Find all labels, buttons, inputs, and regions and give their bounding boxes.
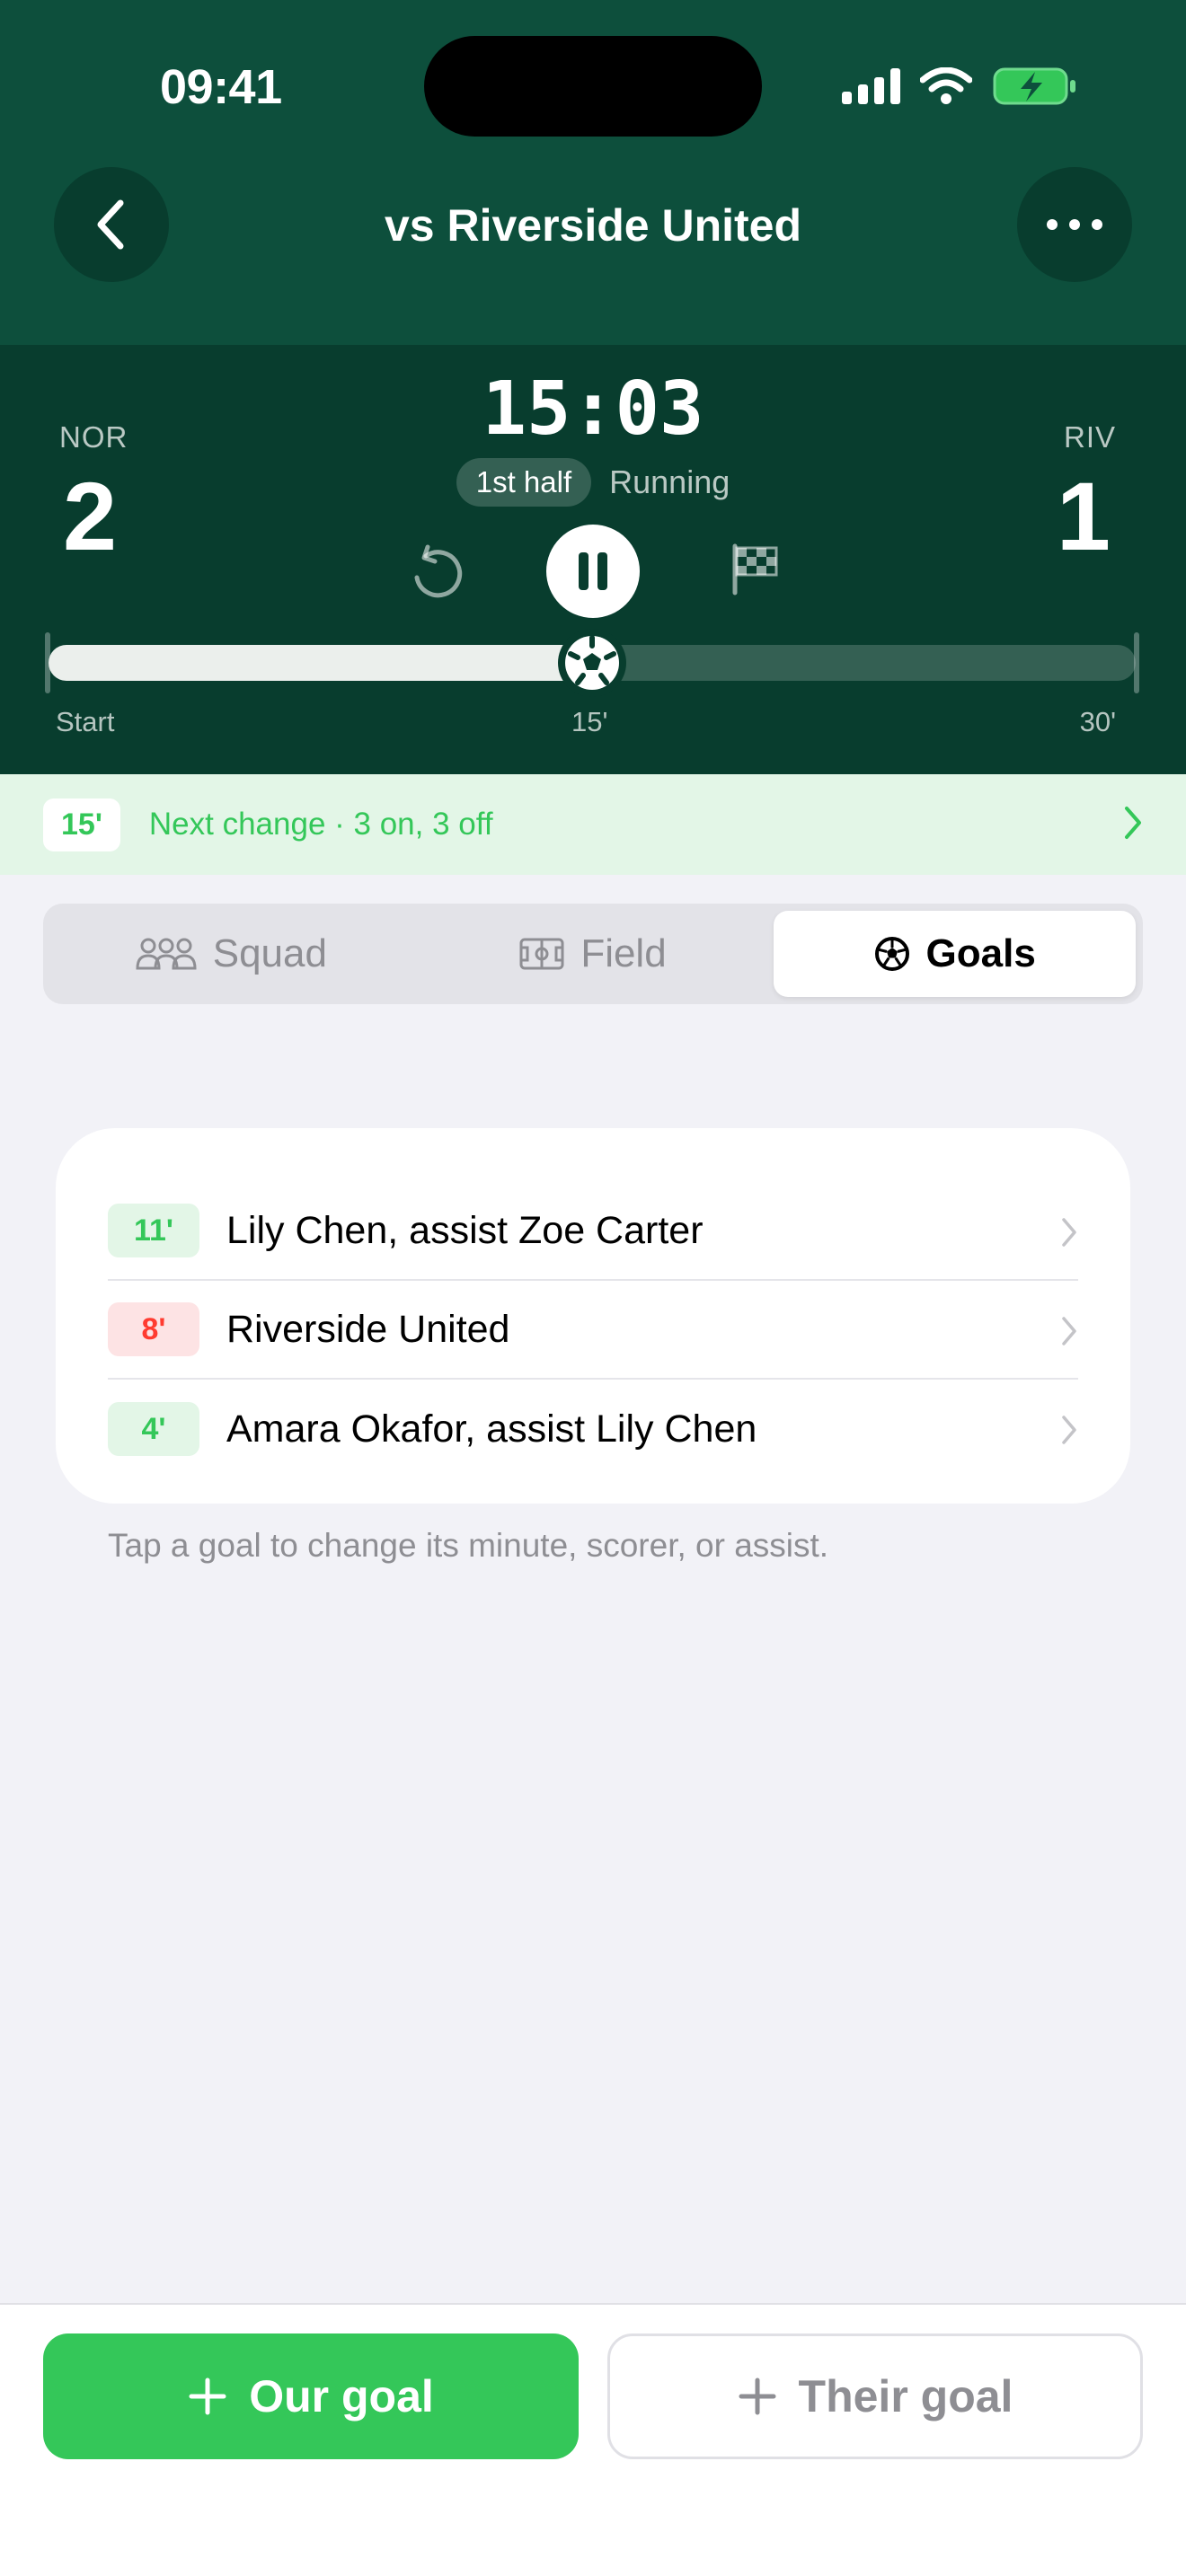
their-goal-button[interactable]: Their goal xyxy=(607,2333,1143,2459)
goal-description: Amara Okafor, assist Lily Chen xyxy=(226,1407,757,1451)
match-clock: 15:03 xyxy=(482,366,704,452)
tab-goals-label: Goals xyxy=(925,931,1036,975)
view-segmented-control: Squad Field Goals xyxy=(43,904,1143,1004)
plus-icon xyxy=(189,2378,226,2415)
ellipsis-icon xyxy=(1047,219,1102,230)
goal-description: Riverside United xyxy=(226,1307,510,1351)
tab-goals[interactable]: Goals xyxy=(774,911,1137,997)
clock-state: Running xyxy=(609,463,730,500)
next-change-text: Next change · 3 on, 3 off xyxy=(148,807,493,842)
half-badge: 1st half xyxy=(456,458,592,507)
tab-squad[interactable]: Squad xyxy=(50,911,412,997)
reset-clock-button[interactable] xyxy=(401,537,473,609)
timeline-start-label: Start xyxy=(56,706,115,737)
tab-field-label: Field xyxy=(580,931,667,975)
field-icon xyxy=(519,938,564,970)
checkered-flag-icon xyxy=(732,543,778,595)
status-icons xyxy=(842,66,1078,106)
next-change-minute: 15' xyxy=(43,798,120,851)
goal-row[interactable]: 11' Lily Chen, assist Zoe Carter xyxy=(108,1182,1078,1281)
timeline-progress xyxy=(49,645,592,681)
chevron-right-icon xyxy=(1062,1416,1076,1444)
soccer-ball-icon xyxy=(565,635,619,690)
timeline-end-label: 30' xyxy=(1079,706,1116,737)
goal-minute-badge: 4' xyxy=(108,1402,199,1456)
wifi-icon xyxy=(920,67,972,104)
timeline-mid-label: 15' xyxy=(571,706,608,737)
people-icon xyxy=(136,938,197,970)
chevron-right-icon xyxy=(1062,1218,1076,1247)
goals-list: 11' Lily Chen, assist Zoe Carter 8' Rive… xyxy=(56,1128,1130,1504)
goal-description: Lily Chen, assist Zoe Carter xyxy=(226,1208,704,1252)
pause-button[interactable] xyxy=(546,525,640,618)
cellular-signal-icon xyxy=(842,68,900,104)
chevron-right-icon xyxy=(1062,1317,1076,1345)
goal-minute-badge: 11' xyxy=(108,1204,199,1257)
timeline-scrubber[interactable] xyxy=(558,629,626,697)
their-goal-label: Their goal xyxy=(798,2371,1013,2422)
bottom-action-bar: Our goal Their goal xyxy=(0,2303,1186,2576)
chevron-right-icon xyxy=(1125,807,1141,839)
next-change-banner[interactable]: 15' Next change · 3 on, 3 off xyxy=(0,774,1186,875)
status-time: 09:41 xyxy=(160,60,282,114)
goal-minute-badge: 8' xyxy=(108,1302,199,1356)
pause-icon xyxy=(579,552,607,590)
our-goal-label: Our goal xyxy=(249,2371,434,2422)
end-half-button[interactable] xyxy=(719,534,791,605)
goal-row[interactable]: 4' Amara Okafor, assist Lily Chen xyxy=(108,1380,1078,1478)
plus-icon xyxy=(739,2378,776,2415)
goals-hint: Tap a goal to change its minute, scorer,… xyxy=(108,1527,829,1564)
goal-row[interactable]: 8' Riverside United xyxy=(108,1281,1078,1380)
our-goal-button[interactable]: Our goal xyxy=(43,2333,579,2459)
soccer-ball-icon xyxy=(874,937,909,971)
tab-field[interactable]: Field xyxy=(412,911,774,997)
dynamic-island xyxy=(424,36,762,137)
more-options-button[interactable] xyxy=(1017,167,1132,282)
tab-squad-label: Squad xyxy=(212,931,327,975)
page-title: vs Riverside United xyxy=(384,200,802,251)
counterclockwise-arrow-icon xyxy=(414,544,463,598)
period-row: 1st half Running xyxy=(0,458,1186,507)
scoreboard: NOR 2 RIV 1 15:03 1st half Running Start… xyxy=(0,345,1186,774)
battery-charging-icon xyxy=(993,67,1075,105)
navigation-header: 09:41 vs Riverside United xyxy=(0,0,1186,345)
